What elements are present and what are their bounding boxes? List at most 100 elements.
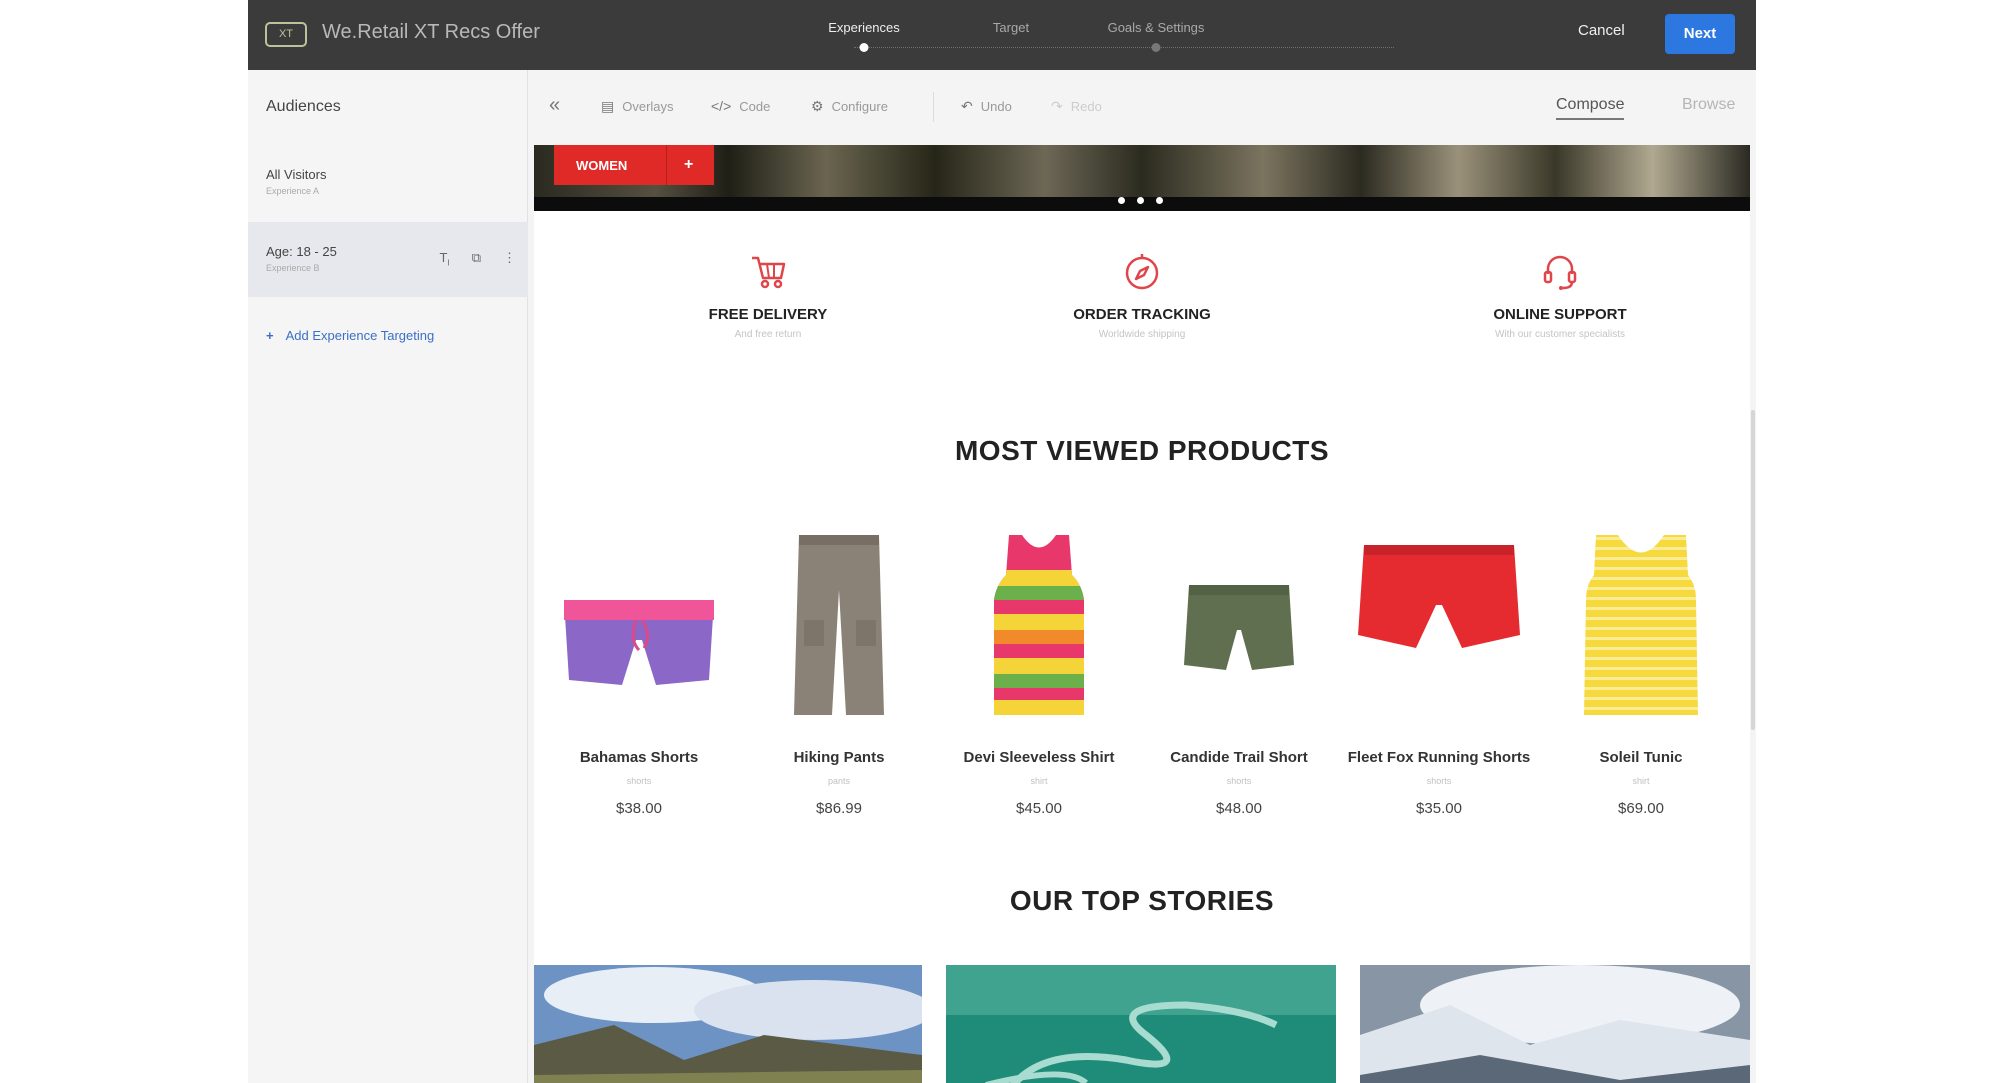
product-image bbox=[944, 530, 1134, 720]
double-chevron-left-icon[interactable]: « bbox=[549, 94, 560, 117]
carousel-dot[interactable] bbox=[1156, 197, 1163, 204]
redo-button[interactable]: ↷ Redo bbox=[1051, 98, 1102, 115]
overlays-button[interactable]: ▤ Overlays bbox=[601, 98, 674, 115]
redo-icon: ↷ bbox=[1051, 98, 1063, 114]
audience-name: Age: 18 - 25 bbox=[266, 244, 337, 259]
river-aerial-image bbox=[946, 965, 1336, 1083]
mountain-landscape-image bbox=[534, 965, 922, 1083]
product-name: Candide Trail Short bbox=[1170, 749, 1308, 766]
product-category: pants bbox=[827, 776, 851, 786]
story-image-snow[interactable] bbox=[1360, 965, 1750, 1083]
plus-icon: + bbox=[684, 156, 694, 173]
more-options-icon[interactable]: ⋮ bbox=[503, 250, 516, 268]
product-name: Fleet Fox Running Shorts bbox=[1347, 749, 1531, 766]
step-dot-goals bbox=[1151, 43, 1161, 52]
canvas-scrollbar[interactable] bbox=[1751, 410, 1755, 730]
overlays-label: Overlays bbox=[622, 99, 674, 114]
product-image bbox=[1546, 530, 1736, 720]
product-price: $45.00 bbox=[1016, 800, 1062, 817]
top-bar: XT We.Retail XT Recs Offer Experiences T… bbox=[248, 0, 1756, 70]
story-image-mountains[interactable] bbox=[534, 965, 922, 1083]
feature-title: ONLINE SUPPORT bbox=[1493, 306, 1627, 323]
step-experiences[interactable]: Experiences bbox=[828, 20, 900, 35]
audience-experience: Experience B bbox=[266, 263, 320, 273]
product-price: $86.99 bbox=[816, 800, 862, 817]
product-image bbox=[1344, 530, 1534, 720]
carousel-dot[interactable] bbox=[1137, 197, 1144, 204]
plus-icon: + bbox=[266, 328, 274, 343]
step-dot-experiences bbox=[859, 43, 869, 52]
product-card[interactable]: Fleet Fox Running Shorts shorts $35.00 bbox=[1344, 530, 1534, 817]
code-icon: </> bbox=[711, 98, 732, 114]
cancel-button[interactable]: Cancel bbox=[1578, 22, 1625, 39]
audience-item-age-18-25[interactable]: Age: 18 - 25 Experience B TI ⧉ ⋮ bbox=[248, 222, 528, 297]
add-targeting-label: Add Experience Targeting bbox=[285, 328, 435, 343]
audience-experience: Experience A bbox=[266, 186, 320, 196]
carousel-dot[interactable] bbox=[1118, 197, 1125, 204]
app-window: XT We.Retail XT Recs Offer Experiences T… bbox=[248, 0, 1756, 1083]
top-stories-heading: OUR TOP STORIES bbox=[1009, 885, 1275, 916]
striped-tank-image bbox=[994, 535, 1084, 715]
product-image bbox=[544, 530, 734, 720]
tab-browse[interactable]: Browse bbox=[1682, 96, 1735, 114]
feature-order-tracking: ORDER TRACKING Worldwide shipping bbox=[992, 250, 1292, 340]
product-card[interactable]: Hiking Pants pants $86.99 bbox=[744, 530, 934, 817]
page-preview: WOMEN + FREE DELIVERY And free return OR… bbox=[534, 145, 1750, 1083]
undo-label: Undo bbox=[980, 99, 1012, 114]
rename-icon[interactable]: TI bbox=[440, 250, 450, 268]
audience-name: All Visitors bbox=[266, 167, 327, 182]
product-price: $38.00 bbox=[616, 800, 662, 817]
product-card[interactable]: Candide Trail Short shorts $48.00 bbox=[1144, 530, 1334, 817]
running-shorts-image bbox=[1358, 545, 1520, 648]
story-image-river[interactable] bbox=[946, 965, 1336, 1083]
product-card[interactable]: Bahamas Shorts shorts $38.00 bbox=[544, 530, 734, 817]
button-divider bbox=[666, 145, 667, 185]
hero-banner: WOMEN + bbox=[534, 145, 1750, 211]
redo-label: Redo bbox=[1070, 99, 1102, 114]
cart-icon bbox=[752, 256, 786, 289]
duplicate-icon[interactable]: ⧉ bbox=[472, 250, 481, 268]
product-price: $48.00 bbox=[1216, 800, 1262, 817]
undo-icon: ↶ bbox=[961, 98, 973, 114]
pants-image bbox=[794, 535, 884, 715]
step-target[interactable]: Target bbox=[993, 20, 1029, 35]
product-card[interactable]: Soleil Tunic shirt $69.00 bbox=[1546, 530, 1736, 817]
feature-title: FREE DELIVERY bbox=[708, 306, 828, 323]
women-label: WOMEN bbox=[576, 157, 628, 173]
overlays-icon: ▤ bbox=[601, 98, 615, 114]
editor-toolbar: « ▤ Overlays </> Code ⚙ Configure ↶ Undo ↷ Re… bbox=[529, 70, 1756, 145]
audience-actions: TI ⧉ ⋮ bbox=[440, 250, 516, 268]
product-name: Bahamas Shorts bbox=[579, 749, 699, 766]
feature-online-support: ONLINE SUPPORT With our customer special… bbox=[1410, 250, 1710, 340]
tunic-image bbox=[1584, 535, 1698, 715]
gear-icon: ⚙ bbox=[811, 98, 824, 114]
configure-button[interactable]: ⚙ Configure bbox=[811, 98, 888, 115]
add-experience-targeting-link[interactable]: + Add Experience Targeting bbox=[266, 328, 434, 343]
product-image bbox=[1144, 530, 1334, 720]
step-goals-settings[interactable]: Goals & Settings bbox=[1108, 20, 1205, 35]
headset-icon bbox=[1543, 255, 1577, 290]
product-category: shorts bbox=[626, 776, 652, 786]
product-card[interactable]: Devi Sleeveless Shirt shirt $45.00 bbox=[944, 530, 1134, 817]
product-category: shirt bbox=[1030, 776, 1048, 786]
undo-button[interactable]: ↶ Undo bbox=[961, 98, 1012, 115]
feature-free-delivery: FREE DELIVERY And free return bbox=[618, 250, 918, 340]
women-category-button[interactable]: WOMEN + bbox=[554, 145, 714, 185]
activity-title: We.Retail XT Recs Offer bbox=[322, 21, 540, 43]
compass-icon bbox=[1125, 254, 1159, 290]
product-image bbox=[744, 530, 934, 720]
xt-logo-icon: XT bbox=[265, 22, 307, 47]
code-button[interactable]: </> Code bbox=[711, 98, 770, 114]
most-viewed-heading: MOST VIEWED PRODUCTS bbox=[954, 435, 1329, 466]
code-label: Code bbox=[739, 99, 771, 114]
next-button[interactable]: Next bbox=[1665, 14, 1735, 54]
shorts-image bbox=[564, 600, 714, 685]
toolbar-divider bbox=[933, 92, 934, 122]
product-name: Soleil Tunic bbox=[1599, 749, 1683, 766]
audience-item-all-visitors[interactable]: All Visitors Experience A bbox=[248, 145, 528, 220]
product-category: shorts bbox=[1426, 776, 1452, 786]
product-name: Devi Sleeveless Shirt bbox=[963, 749, 1115, 766]
tab-compose[interactable]: Compose bbox=[1556, 96, 1625, 120]
feature-subtitle: And free return bbox=[734, 329, 802, 340]
snowy-mountain-image bbox=[1360, 965, 1750, 1083]
